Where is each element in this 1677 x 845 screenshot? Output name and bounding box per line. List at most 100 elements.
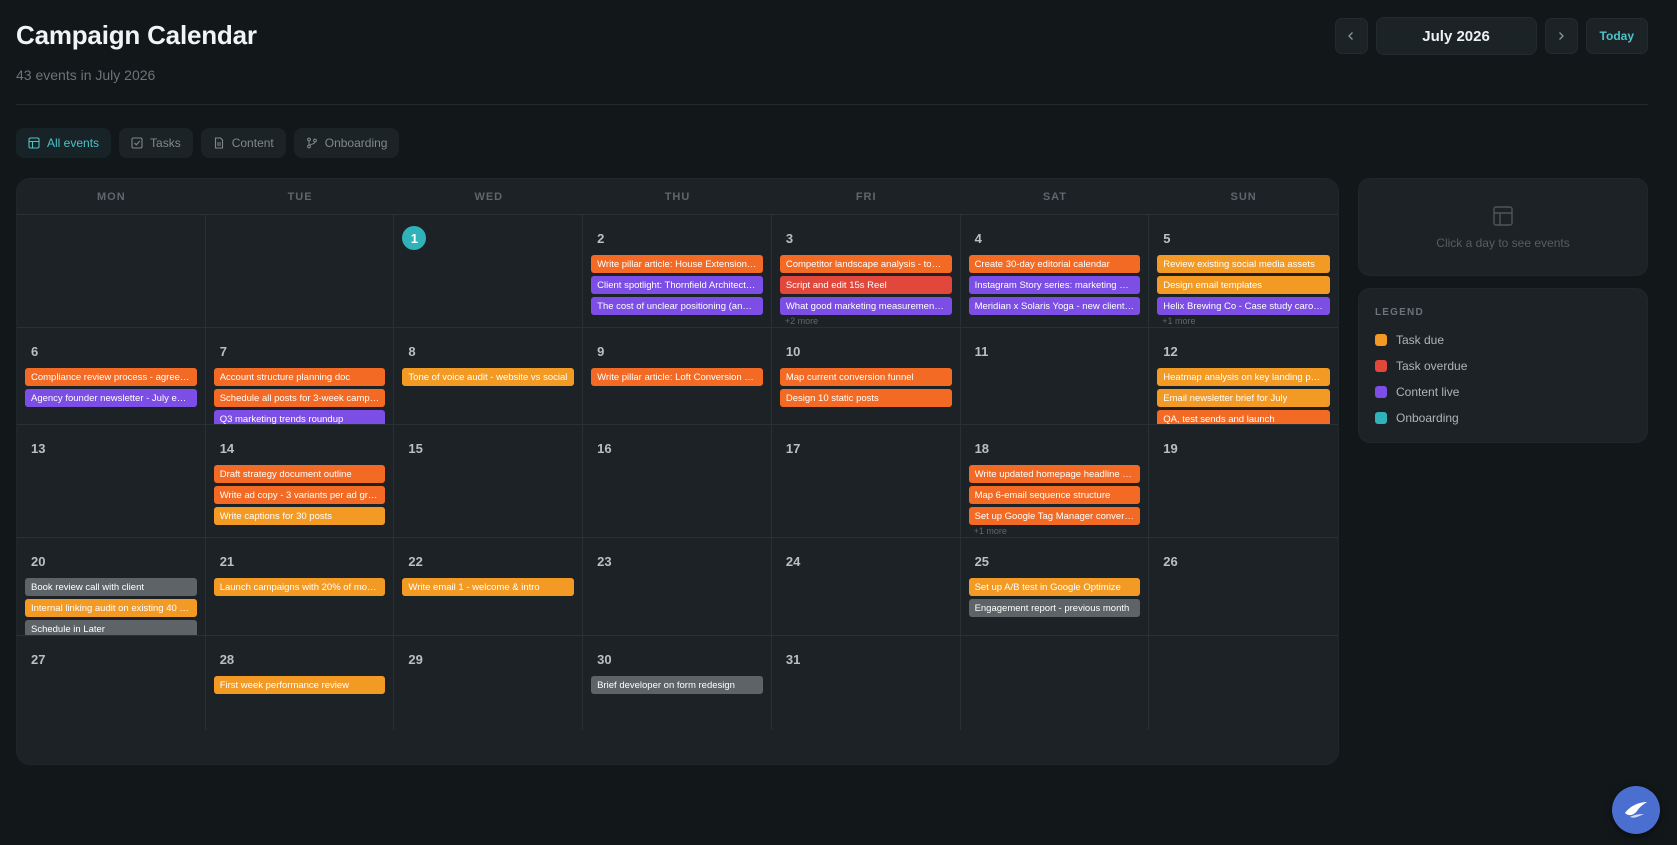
event-chip[interactable]: Write pillar article: Loft Conversion Co…: [591, 368, 763, 386]
day-cell[interactable]: 10 Map current conversion funnel Design 10…: [772, 328, 961, 424]
event-chip[interactable]: Set up A/B test in Google Optimize: [968, 578, 1141, 596]
day-number: 6: [31, 343, 39, 359]
assistant-button[interactable]: [1612, 786, 1660, 834]
checkbox-icon: [131, 137, 143, 149]
legend-label: Task due: [1396, 333, 1445, 347]
event-chip[interactable]: Schedule in Later: [25, 620, 197, 635]
filter-content[interactable]: Content: [200, 128, 286, 158]
event-chip[interactable]: Write ad copy - 3 variants per ad group: [213, 486, 386, 504]
day-cell[interactable]: 23: [583, 538, 772, 635]
calendar-week: 1 2 Write pillar article: House Extension …: [17, 215, 1338, 328]
day-cell[interactable]: 18 Write updated homepage headline option…: [961, 425, 1150, 537]
event-chip[interactable]: Compliance review process - agree sign-o…: [25, 368, 197, 386]
event-chip[interactable]: The cost of unclear positioning (and how…: [591, 297, 763, 315]
next-month-button[interactable]: [1544, 18, 1578, 54]
day-cell[interactable]: 16: [583, 425, 772, 537]
day-cell[interactable]: 5 Review existing social media assets Desi…: [1149, 215, 1338, 327]
event-chip[interactable]: Competitor landscape analysis - top 5 co…: [779, 255, 952, 273]
event-chip[interactable]: Write captions for 30 posts: [213, 507, 386, 525]
day-cell[interactable]: 27: [17, 636, 206, 730]
day-number: 20: [31, 553, 46, 569]
day-cell[interactable]: 21 Launch campaigns with 20% of monthly b…: [206, 538, 395, 635]
event-chip[interactable]: Review existing social media assets: [1157, 255, 1330, 273]
event-chip[interactable]: Heatmap analysis on key landing pages: [1157, 368, 1330, 386]
more-events-link[interactable]: +1 more: [969, 526, 1141, 536]
event-title: Book review call with client: [31, 581, 144, 593]
day-cell[interactable]: 20 Book review call with client Internal l…: [17, 538, 206, 635]
day-cell[interactable]: 14 Draft strategy document outline Write a…: [206, 425, 395, 537]
event-title: Set up Google Tag Manager conversion tra…: [974, 510, 1135, 522]
event-chip[interactable]: Design email templates: [1157, 276, 1330, 294]
event-chip[interactable]: Engagement report - previous month: [968, 599, 1141, 617]
event-title: Map 6-email sequence structure: [974, 489, 1111, 501]
event-chip[interactable]: Book review call with client: [25, 578, 197, 596]
event-chip[interactable]: Tone of voice audit - website vs social: [402, 368, 575, 386]
event-chip[interactable]: Launch campaigns with 20% of monthly bud…: [213, 578, 386, 596]
filter-tasks[interactable]: Tasks: [119, 128, 193, 158]
empty-day-cell: [1149, 636, 1338, 730]
event-chip[interactable]: Account structure planning doc: [213, 368, 386, 386]
more-events-link[interactable]: +1 more: [1157, 316, 1330, 326]
event-title: Create 30-day editorial calendar: [974, 258, 1110, 270]
event-chip[interactable]: Q3 marketing trends roundup: [213, 410, 386, 424]
day-number: 2: [597, 230, 605, 246]
filter-all-events[interactable]: All events: [16, 128, 112, 158]
day-cell[interactable]: 29: [394, 636, 584, 730]
event-chip[interactable]: Write pillar article: House Extension Gu…: [591, 255, 763, 273]
day-cell[interactable]: 13: [17, 425, 206, 537]
today-button[interactable]: Today: [1585, 18, 1648, 54]
event-chip[interactable]: Instagram Story series: marketing myths: [968, 276, 1141, 294]
day-cell[interactable]: 31: [772, 636, 961, 730]
event-chip[interactable]: Internal linking audit on existing 40 pa…: [25, 599, 197, 617]
event-chip[interactable]: QA, test sends and launch: [1157, 410, 1330, 424]
event-chip[interactable]: Design 10 static posts: [779, 389, 952, 407]
day-cell[interactable]: 8 Tone of voice audit - website vs social: [394, 328, 584, 424]
event-chip[interactable]: What good marketing measurement actually…: [779, 297, 952, 315]
event-chip[interactable]: Map 6-email sequence structure: [968, 486, 1141, 504]
event-chip[interactable]: Script and edit 15s Reel: [779, 276, 952, 294]
day-cell[interactable]: 19: [1149, 425, 1338, 537]
day-number: 24: [785, 553, 801, 569]
event-chip[interactable]: Agency founder newsletter - July edition: [25, 389, 197, 407]
event-title: Tone of voice audit - website vs social: [408, 371, 568, 383]
day-cell[interactable]: 15: [394, 425, 584, 537]
calendar-week: 13 14 Draft strategy document outline Write…: [17, 425, 1338, 538]
day-cell[interactable]: 30 Brief developer on form redesign: [583, 636, 772, 730]
day-cell[interactable]: 24: [772, 538, 961, 635]
page-title: Campaign Calendar: [16, 20, 257, 50]
day-number: 12: [1163, 343, 1178, 359]
day-cell[interactable]: 7 Account structure planning doc Schedule …: [206, 328, 395, 424]
day-cell[interactable]: 6 Compliance review process - agree sign-…: [17, 328, 206, 424]
day-cell[interactable]: 1: [394, 215, 584, 327]
event-chip[interactable]: Create 30-day editorial calendar: [968, 255, 1141, 273]
day-cell[interactable]: 25 Set up A/B test in Google Optimize Enga…: [961, 538, 1150, 635]
day-cell[interactable]: 3 Competitor landscape analysis - top 5 c…: [772, 215, 961, 327]
day-cell[interactable]: 28 First week performance review: [206, 636, 395, 730]
event-chip[interactable]: Draft strategy document outline: [213, 465, 386, 483]
event-chip[interactable]: Schedule all posts for 3-week campaign: [213, 389, 386, 407]
event-chip[interactable]: Helix Brewing Co - Case study carousel: [1157, 297, 1330, 315]
day-cell[interactable]: 2 Write pillar article: House Extension G…: [583, 215, 772, 327]
event-chip[interactable]: Brief developer on form redesign: [591, 676, 763, 694]
calendar-week: 20 Book review call with client Internal l…: [17, 538, 1338, 636]
event-chip[interactable]: Write email 1 - welcome & intro: [402, 578, 575, 596]
filter-onboarding[interactable]: Onboarding: [293, 128, 400, 158]
event-chip[interactable]: Meridian x Solaris Yoga - new client ann…: [968, 297, 1141, 315]
day-cell[interactable]: 26: [1149, 538, 1338, 635]
prev-month-button[interactable]: [1334, 18, 1368, 54]
day-cell[interactable]: 17: [772, 425, 961, 537]
event-chip[interactable]: Map current conversion funnel: [779, 368, 952, 386]
event-chip[interactable]: Client spotlight: Thornfield Architectur…: [591, 276, 763, 294]
event-chip[interactable]: Email newsletter brief for July: [1157, 389, 1330, 407]
day-cell[interactable]: 22 Write email 1 - welcome & intro: [394, 538, 584, 635]
event-chip[interactable]: Set up Google Tag Manager conversion tra…: [968, 507, 1141, 525]
more-events-link[interactable]: +2 more: [780, 316, 952, 326]
day-cell[interactable]: 4 Create 30-day editorial calendar Instagr…: [961, 215, 1150, 327]
day-cell[interactable]: 12 Heatmap analysis on key landing pages E…: [1149, 328, 1338, 424]
day-number: 29: [408, 651, 423, 667]
event-chip[interactable]: Write updated homepage headline options: [968, 465, 1141, 483]
day-cell[interactable]: 9 Write pillar article: Loft Conversion C…: [583, 328, 772, 424]
event-chip[interactable]: First week performance review: [213, 676, 386, 694]
legend-item: Onboarding: [1375, 410, 1631, 426]
day-cell[interactable]: 11: [961, 328, 1150, 424]
